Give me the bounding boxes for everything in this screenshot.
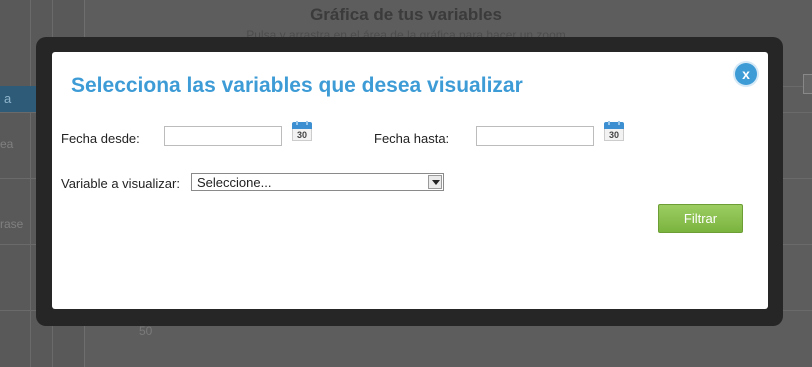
background-chart-title: Gráfica de tus variables [310,5,502,24]
variable-selection-dialog: Selecciona las variables que desea visua… [52,52,768,309]
filter-button[interactable]: Filtrar [658,204,743,233]
background-axis-value: 50 [139,324,153,338]
background-side-label: ea [0,137,14,151]
background-edge-control [803,74,812,94]
date-from-label: Fecha desde: [61,131,140,146]
variable-select[interactable]: Seleccione... [191,173,444,191]
close-button[interactable]: x [735,63,757,85]
background-side-label: rase [0,217,24,231]
variable-select-value: Seleccione... [197,175,272,190]
date-from-input[interactable] [164,126,282,146]
calendar-icon[interactable]: 30 [292,121,312,142]
variable-label: Variable a visualizar: [61,176,180,191]
background-gridline [30,0,31,367]
date-to-input[interactable] [476,126,594,146]
date-to-label: Fecha hasta: [374,131,450,146]
dialog-title: Selecciona las variables que desea visua… [71,74,523,97]
calendar-icon[interactable]: 30 [604,121,624,142]
chevron-down-icon[interactable] [428,175,442,189]
